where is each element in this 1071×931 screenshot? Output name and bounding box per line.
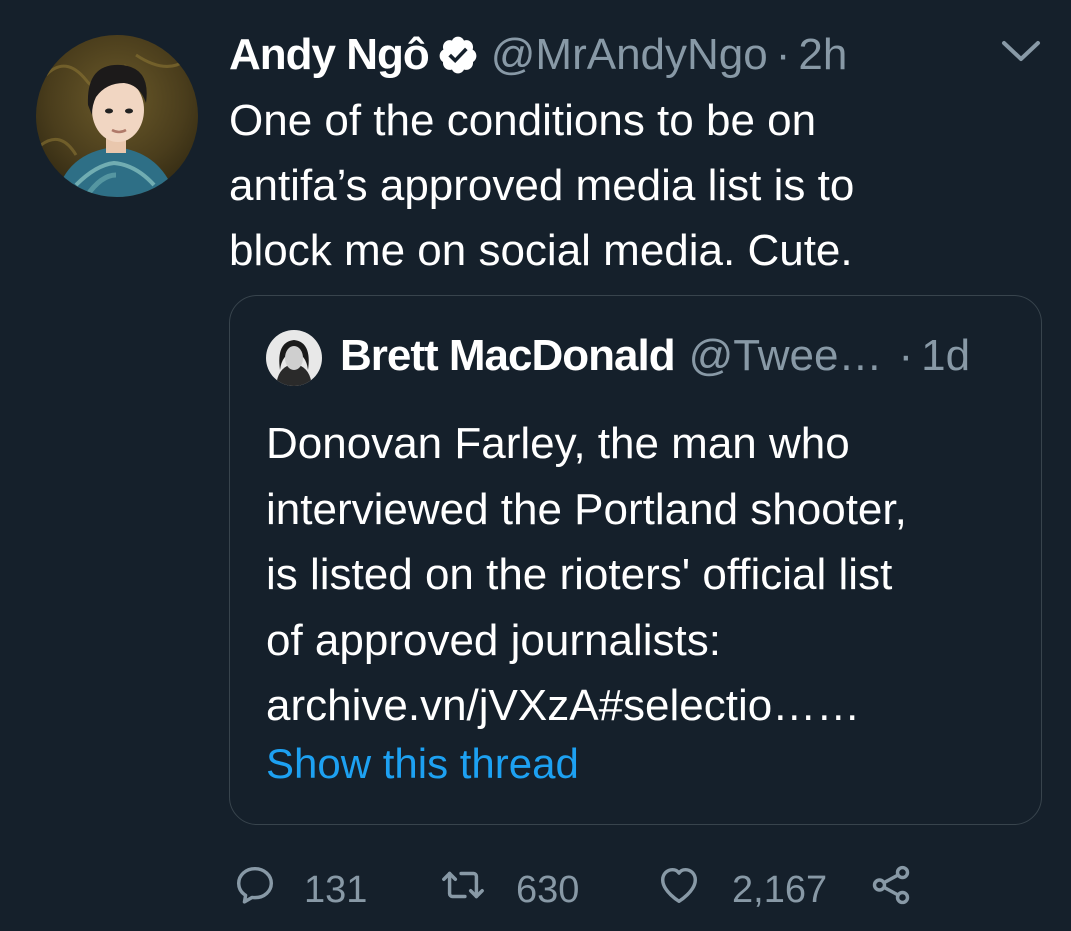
quoted-text-line: Donovan Farley, the man who <box>266 419 850 468</box>
header-separator: · <box>775 30 791 79</box>
quoted-author-name[interactable]: Brett MacDonald <box>340 331 676 381</box>
quoted-tweet-card[interactable]: Brett MacDonald @Twee… · 1d Donovan Farl… <box>229 295 1042 825</box>
retweet-button[interactable]: 630 <box>440 862 579 918</box>
quoted-header-separator: · <box>898 331 914 380</box>
reply-icon <box>232 862 278 918</box>
author-avatar[interactable] <box>36 35 198 197</box>
like-button[interactable]: 2,167 <box>656 862 827 918</box>
quoted-tweet-text: Donovan Farley, the man who interviewed … <box>266 411 1026 739</box>
quoted-tweet-timestamp[interactable]: 1d <box>921 331 970 381</box>
tweet-text: One of the conditions to be on antifa’s … <box>229 88 1029 283</box>
quoted-text-line: is listed on the rioters' official list <box>266 550 893 599</box>
author-handle[interactable]: @MrAndyNgo <box>491 30 768 80</box>
show-thread-link[interactable]: Show this thread <box>266 740 579 788</box>
quoted-author-avatar[interactable] <box>266 330 322 386</box>
verified-badge-icon <box>437 34 479 76</box>
retweet-icon <box>440 862 486 918</box>
author-name[interactable]: Andy Ngô <box>229 30 430 80</box>
reply-button[interactable]: 131 <box>232 862 367 918</box>
tweet-text-line: antifa’s approved media list is to <box>229 161 855 210</box>
quoted-text-line: of approved journalists: <box>266 615 721 665</box>
tweet-text-line: One of the conditions to be on <box>229 96 817 145</box>
quoted-author-handle[interactable]: @Twee… <box>689 331 883 381</box>
share-button[interactable] <box>868 862 914 918</box>
tweet-header: Andy Ngô @MrAndyNgo · 2h <box>229 25 847 85</box>
tweet-timestamp[interactable]: 2h <box>798 30 847 80</box>
tweet-action-bar: 131 630 2,167 <box>232 862 932 918</box>
tweet[interactable]: Andy Ngô @MrAndyNgo · 2h One of the cond… <box>0 0 1071 931</box>
quoted-tweet-header: Brett MacDonald @Twee… · 1d <box>340 326 970 386</box>
quoted-text-line: interviewed the Portland shooter, <box>266 484 907 534</box>
retweet-count: 630 <box>516 868 580 911</box>
reply-count: 131 <box>304 868 368 911</box>
quoted-text-link[interactable]: archive.vn/jVXzA#selectio…… <box>266 673 1026 739</box>
heart-icon <box>656 862 702 918</box>
like-count: 2,167 <box>732 868 828 911</box>
tweet-text-line: block me on social media. Cute. <box>229 226 853 275</box>
share-icon <box>868 862 914 918</box>
chevron-down-icon[interactable] <box>1000 38 1042 64</box>
